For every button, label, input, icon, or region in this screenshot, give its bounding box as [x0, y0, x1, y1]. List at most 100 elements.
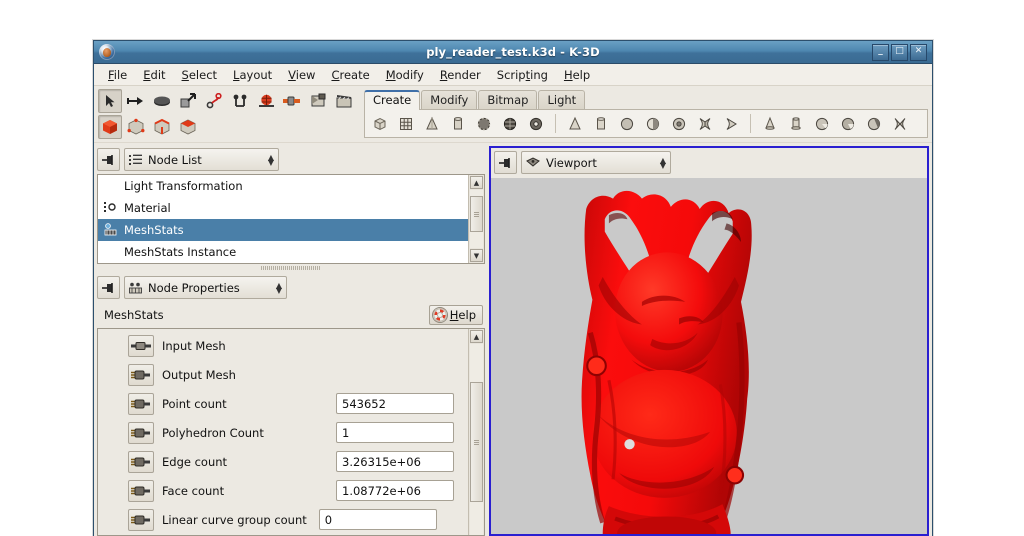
menu-scripting[interactable]: Scripting [489, 66, 556, 84]
output-connector-icon[interactable] [128, 363, 154, 386]
viewport-canvas[interactable] [491, 178, 927, 534]
node-list-combo[interactable]: Node List ▲ ▼ [124, 148, 279, 171]
properties-list[interactable]: Input Mesh Output Mesh Point count 54365… [97, 328, 485, 536]
list-item[interactable]: MeshStats Instance [98, 241, 468, 263]
list-item[interactable]: Light Transformation [98, 175, 468, 197]
viewport-combo[interactable]: Viewport ▲ ▼ [521, 151, 671, 174]
menu-edit[interactable]: Edit [135, 66, 173, 84]
minimize-button[interactable]: _ [872, 43, 889, 61]
linear-curve-group-count-field[interactable]: 0 [318, 509, 437, 530]
tab-modify[interactable]: Modify [421, 90, 478, 110]
create-nurbs-cylinder-button[interactable] [784, 112, 808, 136]
combo-spinner-icon[interactable]: ▲ ▼ [660, 156, 666, 169]
menu-layout[interactable]: Layout [225, 66, 280, 84]
scroll-track[interactable] [470, 190, 483, 248]
select-edges-mode-button[interactable] [150, 115, 174, 139]
menu-view[interactable]: View [280, 66, 323, 84]
move-tool-button[interactable] [124, 89, 148, 113]
maximize-button[interactable]: □ [891, 43, 908, 61]
menu-render[interactable]: Render [432, 66, 489, 84]
rotate-tool-button[interactable] [150, 89, 174, 113]
create-poly-torus-button[interactable] [667, 112, 691, 136]
connect-button[interactable] [280, 89, 304, 113]
output-connector-icon[interactable] [128, 421, 154, 444]
create-poly-cone-button[interactable] [563, 112, 587, 136]
pin-panel-button[interactable] [494, 151, 517, 174]
tab-light[interactable]: Light [538, 90, 586, 110]
output-connector-icon[interactable] [128, 450, 154, 473]
scroll-thumb[interactable] [470, 382, 483, 502]
menu-modify[interactable]: Modify [378, 66, 432, 84]
select-points-mode-button[interactable] [124, 115, 148, 139]
property-row-point-count[interactable]: Point count 543652 [98, 389, 468, 418]
polyhedron-count-field[interactable]: 1 [336, 422, 454, 443]
snap-tool-button[interactable] [228, 89, 252, 113]
face-count-field[interactable]: 1.08772e+06 [336, 480, 454, 501]
property-label: Polyhedron Count [162, 425, 264, 440]
close-button[interactable]: ✕ [910, 43, 927, 61]
render-animation-button[interactable] [332, 89, 356, 113]
pin-panel-button[interactable] [97, 148, 120, 171]
scroll-up-arrow-icon[interactable]: ▲ [470, 330, 483, 343]
property-row-edge-count[interactable]: Edge count 3.26315e+06 [98, 447, 468, 476]
property-row-input-mesh[interactable]: Input Mesh [98, 331, 468, 360]
scroll-track[interactable] [470, 344, 483, 535]
create-poly-cylinder-button[interactable] [589, 112, 613, 136]
create-sphere-button[interactable] [472, 112, 496, 136]
menu-help[interactable]: Help [556, 66, 598, 84]
node-list[interactable]: Light Transformation Material MeshStats … [97, 174, 485, 264]
menu-select[interactable]: Select [174, 66, 226, 84]
create-cone-button[interactable] [420, 112, 444, 136]
property-row-face-count[interactable]: Face count 1.08772e+06 [98, 476, 468, 505]
create-cube-button[interactable] [368, 112, 392, 136]
property-row-linear-curve-group-count[interactable]: Linear curve group count 0 [98, 505, 468, 534]
create-torus-button[interactable] [524, 112, 548, 136]
create-nurbs-patch-button[interactable] [888, 112, 912, 136]
list-item[interactable]: Material [98, 197, 468, 219]
input-connector-icon[interactable] [128, 334, 154, 357]
create-nurbs-disk-button[interactable] [810, 112, 834, 136]
list-item-selected[interactable]: MeshStats [98, 219, 468, 241]
combo-spinner-icon[interactable]: ▲ ▼ [276, 281, 282, 294]
menu-create[interactable]: Create [323, 66, 377, 84]
viewport-panel[interactable]: Viewport ▲ ▼ [489, 146, 929, 536]
create-bezier-patch-button[interactable] [719, 112, 743, 136]
select-faces-mode-button[interactable] [176, 115, 200, 139]
properties-scrollbar[interactable]: ▲ [468, 329, 484, 535]
scroll-thumb[interactable] [470, 196, 483, 232]
scroll-down-arrow-icon[interactable]: ▼ [470, 249, 483, 262]
create-poly-hemisphere-button[interactable] [641, 112, 665, 136]
output-connector-icon[interactable] [128, 392, 154, 415]
scroll-up-arrow-icon[interactable]: ▲ [470, 176, 483, 189]
create-nurbs-paraboloid-button[interactable] [862, 112, 886, 136]
help-button[interactable]: Help [428, 305, 483, 325]
edge-count-field[interactable]: 3.26315e+06 [336, 451, 454, 472]
output-connector-icon[interactable] [128, 479, 154, 502]
node-properties-combo[interactable]: Node Properties ▲ ▼ [124, 276, 287, 299]
property-row-partial[interactable] [98, 534, 468, 535]
node-list-scrollbar[interactable]: ▲ ▼ [468, 175, 484, 263]
render-preview-button[interactable] [254, 89, 278, 113]
pin-panel-button[interactable] [97, 276, 120, 299]
menu-file[interactable]: File [100, 66, 135, 84]
output-connector-icon[interactable] [128, 508, 154, 531]
create-poly-sphere-button[interactable] [615, 112, 639, 136]
select-nodes-mode-button[interactable] [98, 115, 122, 139]
tab-bitmap[interactable]: Bitmap [478, 90, 538, 110]
select-tool-button[interactable] [98, 89, 122, 113]
render-frame-button[interactable] [306, 89, 330, 113]
combo-spinner-icon[interactable]: ▲ ▼ [268, 153, 274, 166]
parent-tool-button[interactable] [202, 89, 226, 113]
create-geosphere-button[interactable] [498, 112, 522, 136]
create-cylinder-button[interactable] [446, 112, 470, 136]
create-nurbs-cone-button[interactable] [758, 112, 782, 136]
property-row-output-mesh[interactable]: Output Mesh [98, 360, 468, 389]
scale-tool-button[interactable] [176, 89, 200, 113]
tab-create[interactable]: Create [364, 90, 421, 110]
create-nurbs-sphere-button[interactable] [836, 112, 860, 136]
point-count-field[interactable]: 543652 [336, 393, 454, 414]
create-bilinear-patch-button[interactable] [693, 112, 717, 136]
property-row-polyhedron-count[interactable]: Polyhedron Count 1 [98, 418, 468, 447]
create-grid-button[interactable] [394, 112, 418, 136]
panel-resize-grip[interactable] [97, 264, 485, 271]
